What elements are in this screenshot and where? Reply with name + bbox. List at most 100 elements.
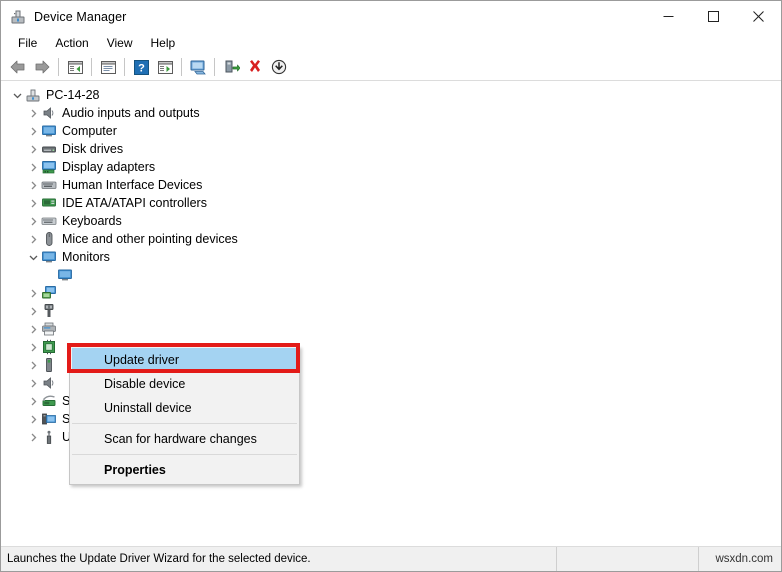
usb-controller-icon bbox=[41, 429, 57, 445]
menu-file[interactable]: File bbox=[9, 34, 46, 53]
tree-label: IDE ATA/ATAPI controllers bbox=[62, 196, 207, 210]
chevron-right-icon[interactable] bbox=[25, 303, 41, 319]
scan-for-hardware-changes-icon[interactable] bbox=[186, 56, 210, 78]
properties-icon[interactable] bbox=[96, 56, 120, 78]
chevron-down-icon[interactable] bbox=[25, 249, 41, 265]
menu-action[interactable]: Action bbox=[46, 34, 97, 53]
context-menu-separator bbox=[72, 423, 297, 424]
chevron-right-icon[interactable] bbox=[25, 141, 41, 157]
tree-row-obscured[interactable] bbox=[9, 284, 781, 302]
context-menu-item-uninstall-device[interactable]: Uninstall device bbox=[70, 396, 299, 420]
forward-icon[interactable] bbox=[30, 56, 54, 78]
tree-row-human-interface-devices[interactable]: Human Interface Devices bbox=[9, 176, 781, 194]
toolbar: ? bbox=[1, 54, 781, 81]
chevron-right-icon[interactable] bbox=[25, 357, 41, 373]
chevron-right-icon[interactable] bbox=[25, 231, 41, 247]
update-driver-icon[interactable] bbox=[219, 56, 243, 78]
tree-row-ide-ata-atapi-controllers[interactable]: IDE ATA/ATAPI controllers bbox=[9, 194, 781, 212]
show-hide-console-tree-icon[interactable] bbox=[63, 56, 87, 78]
toolbar-separator bbox=[181, 58, 182, 76]
minimize-button[interactable] bbox=[646, 1, 691, 32]
chevron-right-icon[interactable] bbox=[25, 411, 41, 427]
menu-bar: File Action View Help bbox=[1, 32, 781, 54]
svg-text:?: ? bbox=[138, 62, 145, 74]
tree-row-root[interactable]: PC-14-28 bbox=[9, 86, 781, 104]
chevron-right-icon[interactable] bbox=[25, 177, 41, 193]
disable-device-icon[interactable] bbox=[267, 56, 291, 78]
context-menu-separator bbox=[72, 454, 297, 455]
context-menu-item-update-driver[interactable]: Update driver bbox=[72, 348, 297, 372]
tree-row-computer[interactable]: Computer bbox=[9, 122, 781, 140]
chevron-right-icon[interactable] bbox=[25, 159, 41, 175]
menu-view[interactable]: View bbox=[98, 34, 142, 53]
window-title: Device Manager bbox=[34, 9, 127, 24]
chevron-right-icon[interactable] bbox=[25, 213, 41, 229]
chevron-right-icon[interactable] bbox=[25, 321, 41, 337]
monitor-icon bbox=[41, 249, 57, 265]
chevron-right-icon[interactable] bbox=[25, 123, 41, 139]
context-menu-item-disable-device[interactable]: Disable device bbox=[70, 372, 299, 396]
hid-icon bbox=[41, 177, 57, 193]
tree-row-mice-and-other-pointing-devices[interactable]: Mice and other pointing devices bbox=[9, 230, 781, 248]
mouse-icon bbox=[41, 231, 57, 247]
toolbar-separator bbox=[214, 58, 215, 76]
back-icon[interactable] bbox=[6, 56, 30, 78]
ide-controller-icon bbox=[41, 195, 57, 211]
computer-root-icon bbox=[25, 87, 41, 103]
tree-row-obscured[interactable] bbox=[9, 320, 781, 338]
toolbar-separator bbox=[91, 58, 92, 76]
toolbar-separator bbox=[124, 58, 125, 76]
chevron-right-icon[interactable] bbox=[25, 285, 41, 301]
tree-label: Disk drives bbox=[62, 142, 124, 156]
keyboard-icon bbox=[41, 213, 57, 229]
monitor-icon bbox=[41, 123, 57, 139]
tree-label: Monitors bbox=[62, 250, 110, 264]
chevron-right-icon[interactable] bbox=[25, 105, 41, 121]
show-hide-action-pane-icon[interactable] bbox=[153, 56, 177, 78]
tree-label: Human Interface Devices bbox=[62, 178, 203, 192]
window-controls bbox=[646, 1, 781, 32]
toolbar-separator bbox=[58, 58, 59, 76]
chevron-right-icon[interactable] bbox=[25, 195, 41, 211]
chevron-right-icon[interactable] bbox=[25, 429, 41, 445]
tree-label: Audio inputs and outputs bbox=[62, 106, 200, 120]
tree-row-disk-drives[interactable]: Disk drives bbox=[9, 140, 781, 158]
tree-row-obscured[interactable] bbox=[9, 302, 781, 320]
monitor-child-icon bbox=[57, 267, 73, 283]
software-device-icon bbox=[41, 357, 57, 373]
processor-icon bbox=[41, 339, 57, 355]
tree-row-monitor-child[interactable] bbox=[9, 266, 781, 284]
storage-controller-icon bbox=[41, 393, 57, 409]
system-device-icon bbox=[41, 411, 57, 427]
close-button[interactable] bbox=[736, 1, 781, 32]
sound-video-icon bbox=[41, 375, 57, 391]
help-icon[interactable]: ? bbox=[129, 56, 153, 78]
maximize-button[interactable] bbox=[691, 1, 736, 32]
print-queue-icon bbox=[41, 321, 57, 337]
tree-row-audio-inputs-and-outputs[interactable]: Audio inputs and outputs bbox=[9, 104, 781, 122]
tree-label: Mice and other pointing devices bbox=[62, 232, 238, 246]
network-adapter-icon bbox=[41, 285, 57, 301]
context-menu-item-properties[interactable]: Properties bbox=[70, 458, 299, 482]
uninstall-device-icon[interactable] bbox=[243, 56, 267, 78]
status-message: Launches the Update Driver Wizard for th… bbox=[1, 547, 557, 571]
chevron-right-icon[interactable] bbox=[25, 339, 41, 355]
tree-row-monitors[interactable]: Monitors bbox=[9, 248, 781, 266]
chevron-down-icon[interactable] bbox=[9, 87, 25, 103]
status-bar: Launches the Update Driver Wizard for th… bbox=[1, 546, 781, 571]
context-menu-item-scan-for-hardware-changes[interactable]: Scan for hardware changes bbox=[70, 427, 299, 451]
tree-view-pane: PC-14-28 Audio inputs and outputs Comput… bbox=[1, 81, 781, 546]
chevron-right-icon[interactable] bbox=[25, 375, 41, 391]
display-adapter-icon bbox=[41, 159, 57, 175]
tree-label: Keyboards bbox=[62, 214, 122, 228]
menu-help[interactable]: Help bbox=[142, 34, 185, 53]
watermark: wsxdn.com bbox=[715, 553, 773, 565]
tree-label-root: PC-14-28 bbox=[46, 88, 100, 102]
port-icon bbox=[41, 303, 57, 319]
title-bar: Device Manager bbox=[1, 1, 781, 32]
tree-row-keyboards[interactable]: Keyboards bbox=[9, 212, 781, 230]
device-manager-icon bbox=[10, 9, 26, 25]
chevron-right-icon[interactable] bbox=[25, 393, 41, 409]
tree-row-display-adapters[interactable]: Display adapters bbox=[9, 158, 781, 176]
